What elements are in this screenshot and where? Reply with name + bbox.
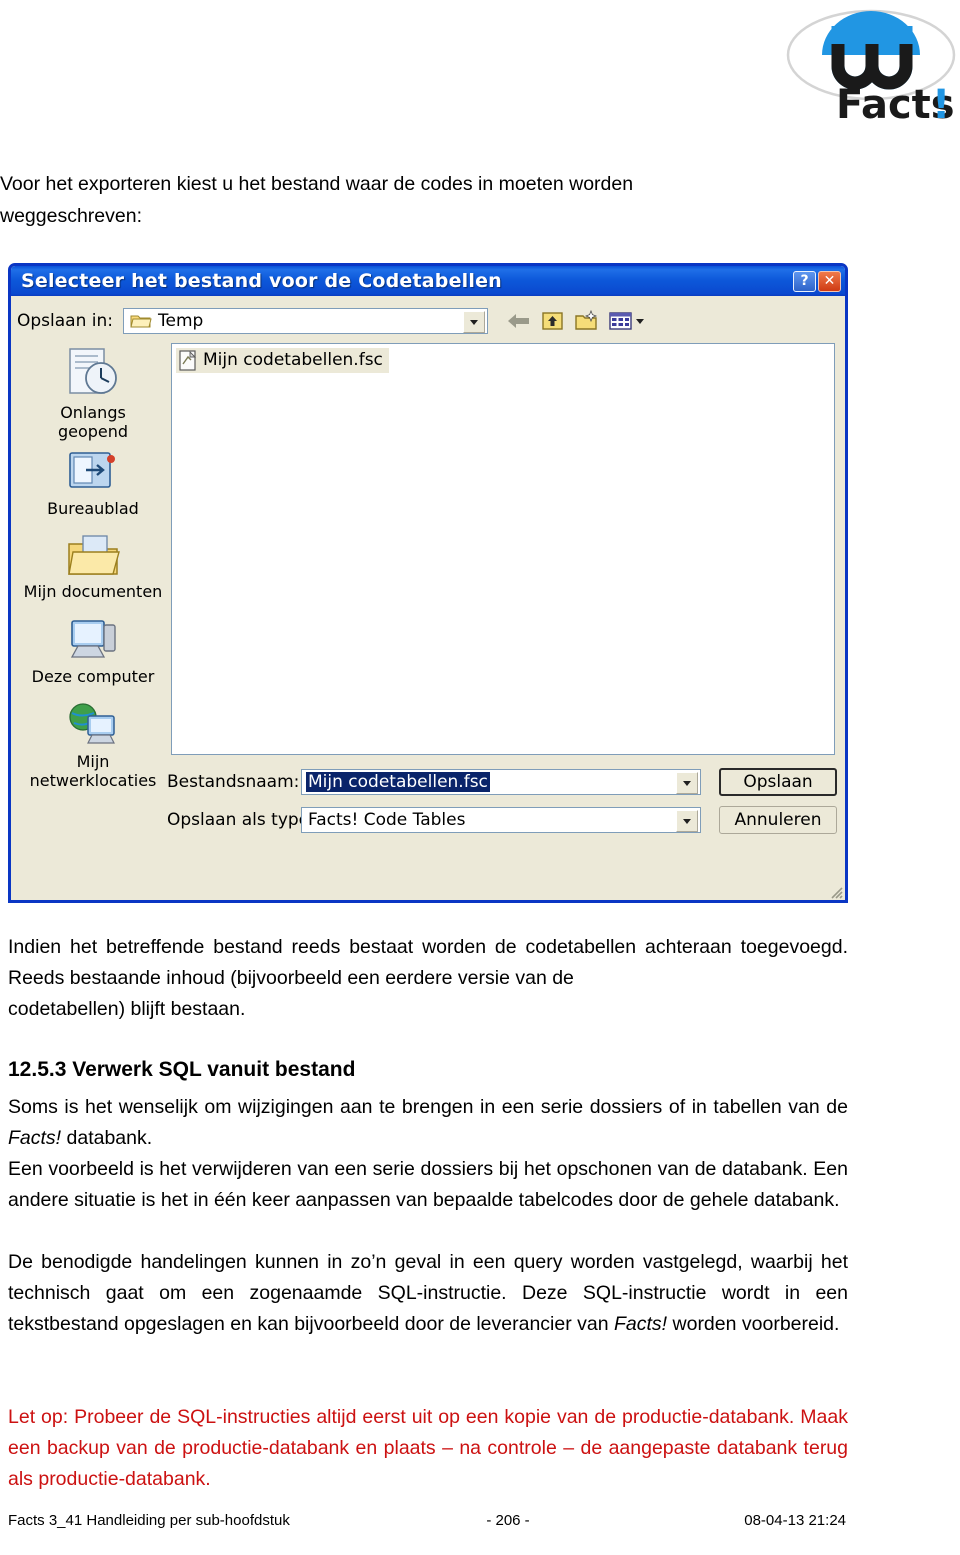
page-footer: Facts 3_41 Handleiding per sub-hoofdstuk… [8, 1512, 852, 1529]
place-recent[interactable]: Onlangs geopend [19, 345, 167, 441]
paragraph-after-dialog: Indien het betreffende bestand reeds bes… [8, 932, 848, 1025]
dialog-toolbar [506, 309, 644, 333]
dialog-title: Selecteer het bestand voor de Codetabell… [21, 270, 502, 292]
place-my-network[interactable]: Mijn netwerklocaties [19, 700, 167, 790]
dialog-bottom-fields: Bestandsnaam: Mijn codetabellen.fsc Opsl… [167, 768, 845, 844]
place-label: Onlangs geopend [57, 403, 129, 441]
filename-value: Mijn codetabellen.fsc [306, 772, 490, 792]
chevron-down-icon [683, 780, 691, 786]
cancel-button[interactable]: Annuleren [719, 806, 837, 834]
filetype-combobox[interactable]: Facts! Code Tables [301, 807, 701, 833]
place-label: Bureaublad [47, 499, 139, 518]
intro-paragraph: Voor het exporteren kiest u het bestand … [0, 168, 840, 232]
views-chevron-down-icon[interactable] [636, 318, 644, 324]
save-file-dialog: Selecteer het bestand voor de Codetabell… [8, 263, 848, 903]
dialog-body: Opslaan in: Temp Onlangs geopend Bureaub… [11, 296, 845, 900]
look-in-label: Opslaan in: [17, 311, 113, 331]
footer-page-number: - 206 - [486, 1512, 530, 1529]
facts-brand-italic: Facts! [8, 1127, 62, 1149]
places-bar: Onlangs geopend Bureaublad Mijn documente… [19, 341, 167, 811]
look-in-row: Opslaan in: Temp [11, 296, 845, 341]
save-button[interactable]: Opslaan [719, 768, 837, 796]
recent-documents-icon [69, 348, 117, 394]
chevron-down-icon [683, 818, 691, 824]
chevron-down-icon [470, 319, 478, 325]
filetype-row: Opslaan als type: Facts! Code Tables Ann… [167, 806, 845, 834]
my-documents-icon [68, 535, 120, 575]
warning-text: Let op: Probeer de SQL-instructies altij… [8, 1406, 848, 1490]
list-item[interactable]: Mijn codetabellen.fsc [176, 348, 389, 373]
close-icon[interactable]: ✕ [818, 270, 841, 292]
paragraph-3-text: Een voorbeeld is het verwijderen van een… [8, 1158, 848, 1211]
views-icon[interactable] [608, 309, 634, 333]
facts-brand-italic: Facts! [614, 1313, 668, 1335]
file-list[interactable]: Mijn codetabellen.fsc [171, 343, 835, 755]
paragraph-3: Een voorbeeld is het verwijderen van een… [8, 1154, 848, 1216]
paragraph-2-text: Soms is het wenselijk om wijzigingen aan… [8, 1092, 848, 1154]
filetype-value: Facts! Code Tables [308, 810, 466, 830]
paragraph-2-b: databank. [61, 1127, 153, 1149]
place-label: Mijn documenten [23, 582, 163, 601]
filetype-label: Opslaan als type: [167, 810, 315, 830]
section-heading: 12.5.3 Verwerk SQL vanuit bestand [8, 1058, 356, 1081]
place-my-computer[interactable]: Deze computer [19, 615, 167, 686]
paragraph-2: Soms is het wenselijk om wijzigingen aan… [8, 1092, 848, 1154]
look-in-dropdown-arrow[interactable] [463, 311, 485, 333]
place-my-documents[interactable]: Mijn documenten [19, 532, 167, 601]
my-computer-icon [70, 620, 116, 658]
filename-input[interactable]: Mijn codetabellen.fsc [301, 769, 701, 795]
desktop-icon [69, 452, 115, 488]
place-label: Deze computer [31, 667, 155, 686]
paragraph-4-b: worden voorbereid. [667, 1313, 840, 1335]
place-desktop[interactable]: Bureaublad [19, 447, 167, 518]
logo-exclamation: ! [932, 82, 950, 128]
warning-paragraph: Let op: Probeer de SQL-instructies altij… [8, 1402, 848, 1495]
back-arrow-icon[interactable] [506, 309, 532, 333]
place-label: Mijn netwerklocaties [29, 752, 157, 790]
my-network-places-icon [69, 703, 115, 744]
up-one-level-icon[interactable] [540, 309, 566, 333]
resize-grip[interactable] [827, 883, 843, 899]
filename-row: Bestandsnaam: Mijn codetabellen.fsc Opsl… [167, 768, 845, 796]
intro-line-1: Voor het exporteren kiest u het bestand … [0, 173, 634, 195]
paragraph-4: De benodigde handelingen kunnen in zo’n … [8, 1247, 848, 1340]
facts-logo: Facts ! [786, 8, 956, 128]
fsc-file-icon [179, 350, 197, 371]
look-in-value: Temp [158, 311, 204, 331]
intro-line-2: weggeschreven: [0, 205, 143, 227]
paragraph-2-a: Soms is het wenselijk om wijzigingen aan… [8, 1096, 848, 1118]
filename-dropdown-arrow[interactable] [676, 772, 698, 794]
file-name: Mijn codetabellen.fsc [203, 350, 383, 370]
paragraph-1-last-line: codetabellen) blijft bestaan. [8, 998, 246, 1020]
filename-label: Bestandsnaam: [167, 772, 300, 792]
facts-logo-graphic: Facts ! [786, 9, 956, 128]
footer-timestamp: 08-04-13 21:24 [744, 1512, 846, 1529]
folder-icon [130, 315, 152, 328]
footer-document-title: Facts 3_41 Handleiding per sub-hoofdstuk [8, 1512, 290, 1529]
dialog-titlebar: Selecteer het bestand voor de Codetabell… [11, 266, 845, 296]
new-folder-icon[interactable] [574, 309, 600, 333]
paragraph-4-text: De benodigde handelingen kunnen in zo’n … [8, 1247, 848, 1340]
filetype-dropdown-arrow[interactable] [676, 810, 698, 832]
look-in-combobox[interactable]: Temp [123, 308, 488, 334]
help-button[interactable]: ? [793, 270, 816, 292]
paragraph-1: Indien het betreffende bestand reeds bes… [8, 936, 848, 989]
